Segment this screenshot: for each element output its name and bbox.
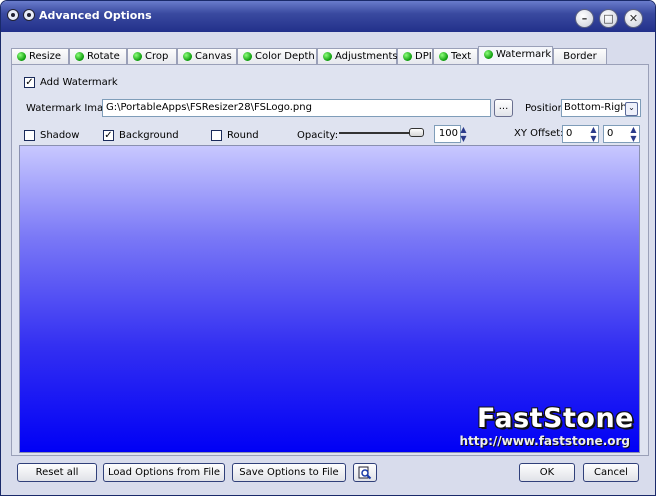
spin-down-icon[interactable]: ▼ <box>628 134 639 143</box>
opacity-stepper[interactable]: ▲ ▼ <box>458 125 469 143</box>
tab-crop[interactable]: Crop <box>127 48 177 64</box>
minimize-icon[interactable]: – <box>575 9 594 28</box>
opacity-slider-thumb[interactable] <box>409 128 424 137</box>
opacity-label: Opacity: <box>297 130 339 141</box>
position-value: Bottom-Right <box>564 102 631 113</box>
advanced-options-window: Advanced Options – □ ✕ Resize Rotate Cro… <box>0 0 656 496</box>
tab-canvas[interactable]: Canvas <box>177 48 237 64</box>
spin-up-icon[interactable]: ▲ <box>588 125 599 134</box>
status-dot-icon <box>183 52 192 61</box>
status-dot-icon <box>133 52 142 61</box>
close-icon[interactable]: ✕ <box>624 9 643 28</box>
opacity-value-field[interactable]: 100 <box>434 125 461 143</box>
status-dot-icon <box>484 50 493 59</box>
tab-dpi[interactable]: DPI <box>397 48 433 64</box>
status-dot-icon <box>17 52 26 61</box>
tab-resize[interactable]: Resize <box>11 48 69 64</box>
tab-color-depth[interactable]: Color Depth <box>237 48 317 64</box>
tab-text[interactable]: Text <box>433 48 478 64</box>
faststone-logo-url: http://www.faststone.org <box>459 434 630 448</box>
ok-button[interactable]: OK <box>519 463 575 482</box>
status-dot-icon <box>403 52 412 61</box>
shadow-checkbox[interactable] <box>24 130 35 141</box>
watermark-preview: FastStone http://www.faststone.org <box>19 145 640 453</box>
round-checkbox[interactable] <box>211 130 222 141</box>
tab-rotate[interactable]: Rotate <box>69 48 127 64</box>
shadow-label: Shadow <box>40 130 80 141</box>
tab-border[interactable]: Border <box>553 48 607 64</box>
system-menu-icon[interactable] <box>7 9 19 21</box>
window-title: Advanced Options <box>39 9 152 22</box>
load-options-button[interactable]: Load Options from File <box>103 463 225 482</box>
status-dot-icon <box>323 52 332 61</box>
maximize-icon[interactable]: □ <box>599 9 618 28</box>
background-checkbox[interactable]: ✓ <box>103 130 114 141</box>
add-watermark-checkbox[interactable]: ✓ <box>24 77 35 88</box>
spin-down-icon[interactable]: ▼ <box>588 134 599 143</box>
magnifier-icon <box>358 466 372 480</box>
pin-icon[interactable] <box>23 9 35 21</box>
status-dot-icon <box>243 52 252 61</box>
tab-watermark[interactable]: Watermark <box>478 46 553 64</box>
chevron-down-icon[interactable]: ⌄ <box>625 102 638 116</box>
add-watermark-label: Add Watermark <box>40 77 118 88</box>
x-offset-stepper[interactable]: ▲ ▼ <box>588 125 599 143</box>
status-dot-icon <box>75 52 84 61</box>
position-select[interactable]: Bottom-Right ⌄ <box>561 99 641 117</box>
round-label: Round <box>227 130 259 141</box>
save-options-button[interactable]: Save Options to File <box>232 463 346 482</box>
title-bar[interactable]: Advanced Options – □ ✕ <box>1 1 655 32</box>
status-dot-icon <box>439 52 448 61</box>
y-offset-stepper[interactable]: ▲ ▼ <box>628 125 639 143</box>
spin-up-icon[interactable]: ▲ <box>628 125 639 134</box>
tab-adjustments[interactable]: Adjustments <box>317 48 398 64</box>
reset-all-button[interactable]: Reset all <box>17 463 97 482</box>
xy-offset-label: XY Offset: <box>514 128 564 139</box>
cancel-button[interactable]: Cancel <box>583 463 639 482</box>
spin-up-icon[interactable]: ▲ <box>458 125 469 134</box>
watermark-image-path-field[interactable]: G:\PortableApps\FSResizer28\FSLogo.png <box>102 99 491 117</box>
faststone-logo-text: FastStone <box>477 403 634 434</box>
preview-button[interactable] <box>353 463 377 482</box>
spin-down-icon[interactable]: ▼ <box>458 134 469 143</box>
browse-button[interactable]: ... <box>494 99 513 117</box>
background-label: Background <box>119 130 179 141</box>
